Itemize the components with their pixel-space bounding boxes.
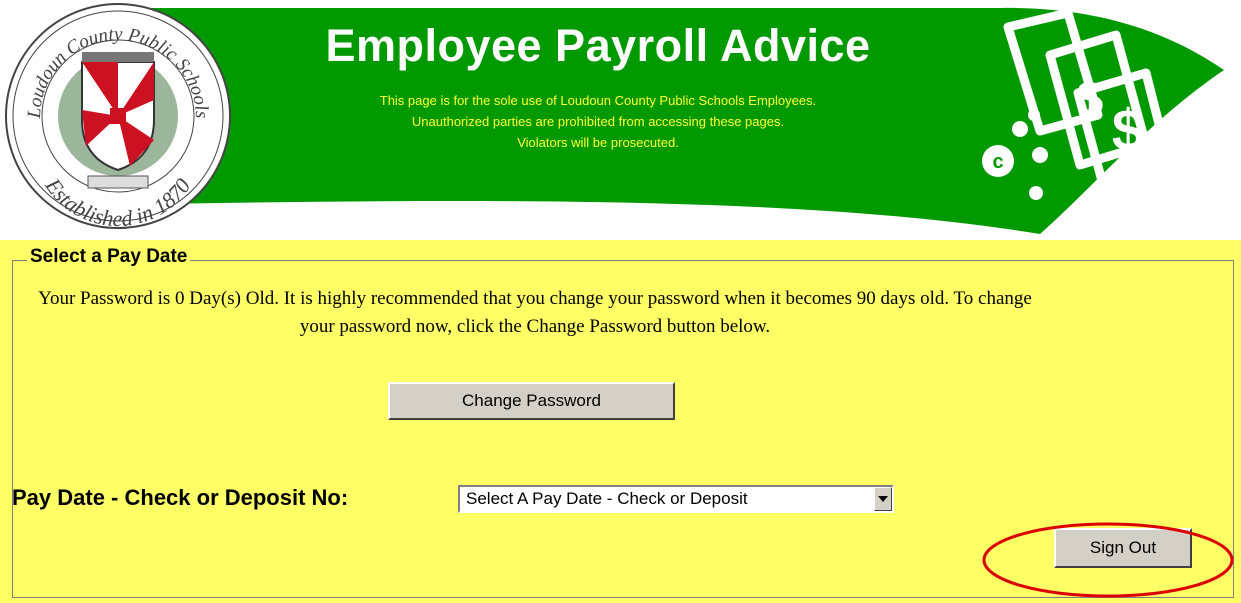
password-age-message: Your Password is 0 Day(s) Old. It is hig… (38, 288, 1032, 337)
svg-text:$: $ (1112, 98, 1144, 163)
notice-line: Violators will be prosecuted. (517, 135, 679, 150)
fieldset-legend: Select a Pay Date (27, 245, 191, 269)
pay-date-label: Pay Date - Check or Deposit No: (12, 485, 349, 510)
page-title: Employee Payroll Advice (325, 20, 871, 71)
svg-text:c: c (992, 151, 1003, 173)
svg-text:$: $ (1077, 73, 1104, 126)
notice-line: This page is for the sole use of Loudoun… (379, 93, 817, 108)
pay-date-selected-value: Select A Pay Date - Check or Deposit (466, 489, 748, 508)
pay-date-select[interactable]: Select A Pay Date - Check or Deposit (458, 485, 894, 513)
school-seal-logo: Loudoun County Public Schools Establishe… (5, 3, 231, 230)
change-password-button[interactable]: Change Password (388, 382, 675, 420)
notice-line: Unauthorized parties are prohibited from… (411, 114, 785, 129)
money-bills-icon: $ $ c (982, 8, 1179, 208)
header-banner: Loudoun County Public Schools Establishe… (0, 0, 1241, 240)
security-notice: This page is for the sole use of Loudoun… (258, 90, 938, 153)
highlight-circle-annotation (982, 522, 1234, 598)
dropdown-arrow-icon[interactable] (874, 487, 892, 511)
